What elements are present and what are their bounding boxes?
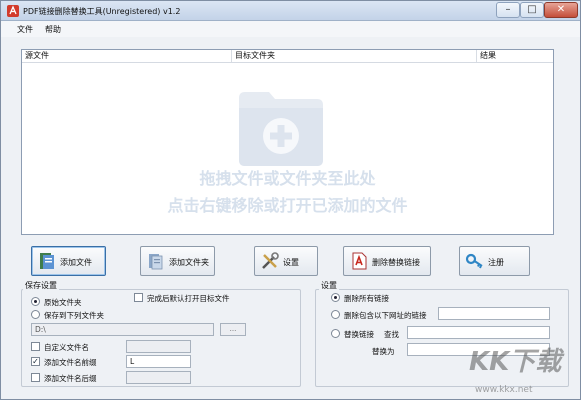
filename-suffix-label: 添加文件名后缀 — [44, 374, 97, 383]
menu-bar: 文件 帮助 — [1, 21, 580, 37]
settings-button[interactable]: 设置 — [254, 246, 318, 276]
custom-filename-field[interactable] — [126, 340, 191, 353]
replace-links-label: 替换链接 — [344, 330, 374, 339]
delete-replace-links-button[interactable]: 删除替换链接 — [343, 246, 431, 276]
maximize-button[interactable]: □ — [520, 2, 544, 18]
add-folder-icon — [149, 254, 163, 270]
delete-links-containing-label: 删除包含以下网址的链接 — [344, 311, 427, 320]
checkbox-open-after-done[interactable] — [134, 293, 143, 302]
filename-suffix-field[interactable] — [126, 371, 191, 384]
delete-replace-links-label: 删除替换链接 — [372, 258, 420, 267]
delete-all-links-label: 删除所有链接 — [344, 294, 389, 303]
site-watermark: KK下载 www.kkx.net — [469, 341, 574, 399]
register-button[interactable]: 注册 — [459, 246, 530, 276]
header-divider — [22, 62, 553, 63]
checkbox-filename-prefix[interactable]: ✓ — [31, 357, 40, 366]
folder-add-icon — [239, 92, 323, 166]
radio-original-folder-label: 原始文件夹 — [44, 298, 82, 307]
replace-with-label: 替换为 — [372, 347, 395, 356]
menu-help[interactable]: 帮助 — [45, 24, 61, 35]
tools-icon — [262, 252, 279, 269]
watermark-url: www.kkx.net — [475, 385, 533, 395]
radio-replace-links[interactable] — [331, 329, 340, 338]
radio-delete-all-links[interactable] — [331, 293, 340, 302]
title-bar[interactable]: PDF链接删除替换工具(Unregistered) v1.2 – □ ✕ — [1, 1, 580, 21]
column-header-source[interactable]: 源文件 — [22, 50, 232, 62]
filename-prefix-label: 添加文件名前缀 — [44, 358, 97, 367]
column-header-result[interactable]: 结果 — [477, 50, 553, 62]
add-file-icon — [40, 253, 54, 269]
pdf-document-icon — [352, 252, 367, 270]
output-path-field[interactable]: D:\ — [31, 323, 214, 336]
link-settings-title: 设置 — [319, 280, 339, 291]
close-button[interactable]: ✕ — [544, 2, 578, 18]
find-label: 查找 — [384, 330, 399, 339]
add-file-button[interactable]: 添加文件 — [31, 246, 106, 276]
radio-save-to-folder[interactable] — [31, 310, 40, 319]
save-settings-title: 保存设置 — [23, 280, 59, 291]
open-after-done-label: 完成后默认打开目标文件 — [147, 294, 230, 303]
key-icon — [465, 253, 483, 269]
filename-prefix-field[interactable]: L — [126, 355, 191, 368]
find-field[interactable] — [407, 326, 550, 339]
radio-save-to-folder-label: 保存到下列文件夹 — [44, 311, 104, 320]
drop-hint-drag: 拖拽文件或文件夹至此处 — [199, 169, 376, 188]
custom-filename-label: 自定义文件名 — [44, 343, 89, 352]
watermark-logo: KK下载 — [469, 347, 562, 377]
add-folder-label: 添加文件夹 — [169, 258, 209, 267]
drop-hint-right-click: 点击右键移除或打开已添加的文件 — [167, 196, 408, 215]
column-header-target-folder[interactable]: 目标文件夹 — [232, 50, 477, 62]
menu-file[interactable]: 文件 — [17, 24, 33, 35]
url-filter-field[interactable] — [438, 307, 550, 320]
pdf-app-icon — [7, 5, 19, 17]
minimize-button[interactable]: – — [496, 2, 520, 18]
add-file-label: 添加文件 — [60, 258, 92, 267]
register-label: 注册 — [488, 258, 504, 267]
radio-original-folder[interactable] — [31, 297, 40, 306]
window-title: PDF链接删除替换工具(Unregistered) v1.2 — [23, 7, 181, 16]
add-folder-button[interactable]: 添加文件夹 — [140, 246, 215, 276]
checkbox-filename-suffix[interactable] — [31, 373, 40, 382]
checkbox-custom-filename[interactable] — [31, 342, 40, 351]
browse-button[interactable]: ... — [220, 323, 246, 336]
settings-label: 设置 — [283, 258, 299, 267]
radio-delete-links-containing[interactable] — [331, 310, 340, 319]
app-window: PDF链接删除替换工具(Unregistered) v1.2 – □ ✕ 文件 … — [0, 0, 581, 400]
file-list-drop-area[interactable]: 源文件 目标文件夹 结果 拖拽文件或文件夹至此处 点击右键移除或打开已添加的文件 — [21, 49, 554, 235]
